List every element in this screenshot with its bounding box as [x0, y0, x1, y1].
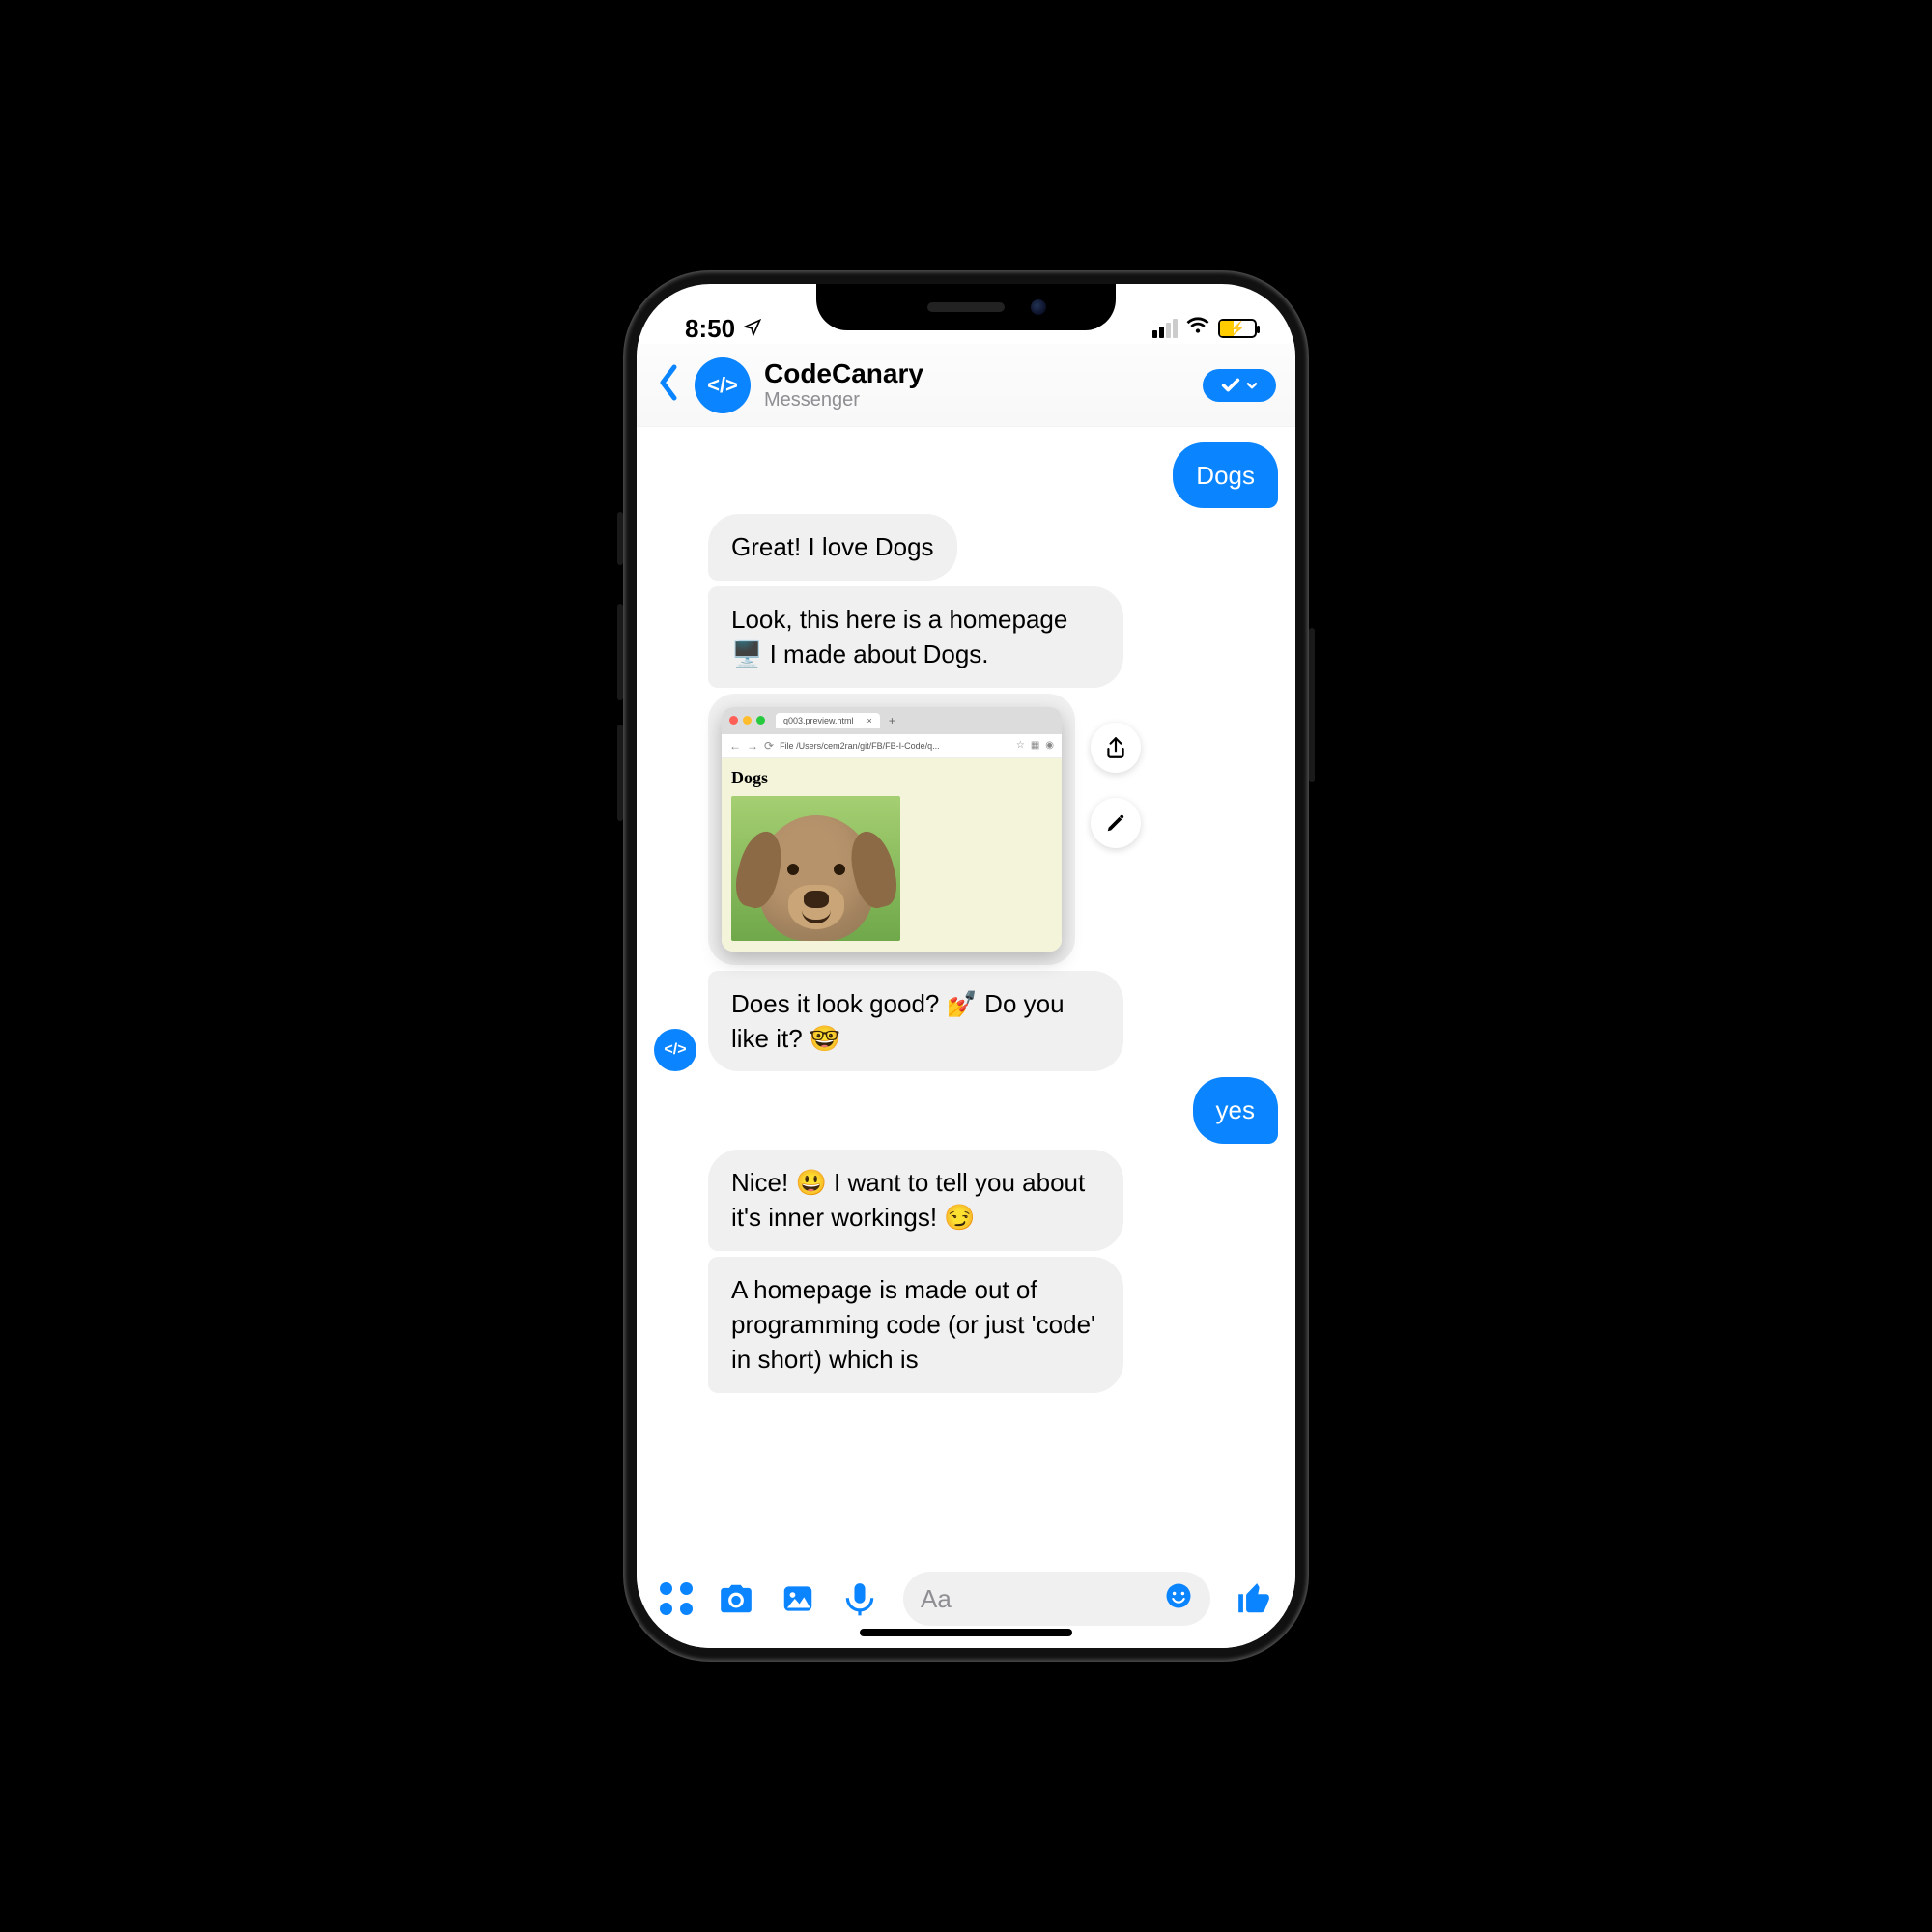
min-dot-icon [743, 716, 752, 724]
message-row-recv: </> Does it look good? 💅 Do you like it?… [654, 971, 1278, 1072]
browser-tab: q003.preview.html × [776, 713, 880, 728]
reload-icon: ⟳ [764, 739, 774, 753]
message-text: Look, this here is a homepage 🖥️ I made … [731, 605, 1067, 668]
message-row-sent: Dogs [654, 442, 1278, 508]
nav-forward-icon: → [747, 739, 758, 753]
message-text: A homepage is made out of programming co… [731, 1275, 1095, 1375]
tab-close-icon: × [867, 716, 872, 725]
status-time: 8:50 [685, 314, 735, 344]
power-button [1309, 628, 1315, 782]
emoji-picker-icon[interactable] [1164, 1581, 1193, 1617]
thumbs-up-button[interactable] [1236, 1580, 1272, 1617]
message-row-recv: Look, this here is a homepage 🖥️ I made … [654, 586, 1278, 688]
recv-bubble[interactable]: Great! I love Dogs [708, 514, 957, 580]
chat-subtitle: Messenger [764, 389, 1189, 412]
sender-avatar[interactable]: </> [654, 1029, 696, 1071]
message-row-recv: A homepage is made out of programming co… [654, 1257, 1278, 1393]
recv-bubble[interactable]: Look, this here is a homepage 🖥️ I made … [708, 586, 1123, 688]
signal-icon [1152, 319, 1178, 338]
more-apps-button[interactable] [660, 1582, 693, 1615]
share-button[interactable] [1091, 723, 1141, 773]
new-tab-icon: + [889, 714, 895, 727]
message-text: Does it look good? 💅 Do you like it? 🤓 [731, 989, 1065, 1053]
message-text: Dogs [1196, 461, 1255, 490]
preview-side-actions [1091, 723, 1141, 848]
header-action-pill[interactable] [1203, 369, 1276, 402]
speaker [927, 302, 1005, 312]
browser-url-text: File /Users/cem2ran/git/FB/FB-I-Code/q..… [780, 741, 1010, 751]
gallery-button[interactable] [780, 1580, 816, 1617]
header-avatar-text: </> [707, 373, 738, 398]
sent-bubble[interactable]: Dogs [1173, 442, 1278, 508]
status-right: ⚡ [1152, 312, 1261, 344]
message-row-preview: q003.preview.html × + ← → ⟳ File /Users/… [654, 694, 1278, 965]
volume-down [617, 724, 623, 821]
header-avatar[interactable]: </> [695, 357, 751, 413]
wifi-icon [1185, 312, 1210, 344]
battery-icon: ⚡ [1218, 319, 1257, 338]
browser-url-bar: ← → ⟳ File /Users/cem2ran/git/FB/FB-I-Co… [722, 734, 1062, 758]
chat-header: </> CodeCanary Messenger [637, 344, 1295, 427]
max-dot-icon [756, 716, 765, 724]
message-row-recv: Nice! 😃 I want to tell you about it's in… [654, 1150, 1278, 1251]
close-dot-icon [729, 716, 738, 724]
message-row-recv: Great! I love Dogs [654, 514, 1278, 580]
browser-body: Dogs [722, 758, 1062, 952]
status-left: 8:50 [671, 314, 762, 344]
back-button[interactable] [656, 363, 681, 407]
message-text: Nice! 😃 I want to tell you about it's in… [731, 1168, 1085, 1232]
location-icon [743, 314, 762, 344]
message-text: Great! I love Dogs [731, 532, 934, 561]
message-text: yes [1216, 1095, 1255, 1124]
sent-bubble[interactable]: yes [1193, 1077, 1278, 1143]
voice-button[interactable] [841, 1580, 878, 1617]
front-camera [1031, 299, 1046, 315]
extension-icon: ▦ [1031, 740, 1039, 751]
home-indicator[interactable] [860, 1629, 1072, 1636]
edit-button[interactable] [1091, 798, 1141, 848]
nav-back-icon: ← [729, 739, 741, 753]
notch [816, 284, 1116, 330]
camera-button[interactable] [718, 1580, 754, 1617]
screen: 8:50 ⚡ [637, 284, 1295, 1648]
volume-up [617, 604, 623, 700]
recv-bubble[interactable]: Nice! 😃 I want to tell you about it's in… [708, 1150, 1123, 1251]
recv-bubble[interactable]: Does it look good? 💅 Do you like it? 🤓 [708, 971, 1123, 1072]
profile-icon: ◉ [1045, 740, 1054, 751]
mute-switch [617, 512, 623, 565]
message-input[interactable]: Aa [903, 1572, 1210, 1626]
browser-tab-label: q003.preview.html [783, 716, 854, 725]
message-placeholder: Aa [921, 1584, 952, 1614]
browser-page-title: Dogs [731, 768, 1052, 788]
phone-frame: 8:50 ⚡ [623, 270, 1309, 1662]
dog-image [731, 796, 900, 941]
recv-bubble[interactable]: A homepage is made out of programming co… [708, 1257, 1123, 1393]
header-text[interactable]: CodeCanary Messenger [764, 358, 1189, 412]
chat-title: CodeCanary [764, 358, 1189, 389]
link-preview-bubble[interactable]: q003.preview.html × + ← → ⟳ File /Users/… [708, 694, 1075, 965]
chat-scroll[interactable]: Dogs Great! I love Dogs Look, this here … [637, 427, 1295, 1561]
sender-avatar-text: </> [664, 1041, 686, 1059]
browser-card: q003.preview.html × + ← → ⟳ File /Users/… [722, 707, 1062, 952]
bookmark-icon: ☆ [1016, 740, 1025, 751]
message-row-sent: yes [654, 1077, 1278, 1143]
browser-traffic-lights: q003.preview.html × + [722, 707, 1062, 734]
